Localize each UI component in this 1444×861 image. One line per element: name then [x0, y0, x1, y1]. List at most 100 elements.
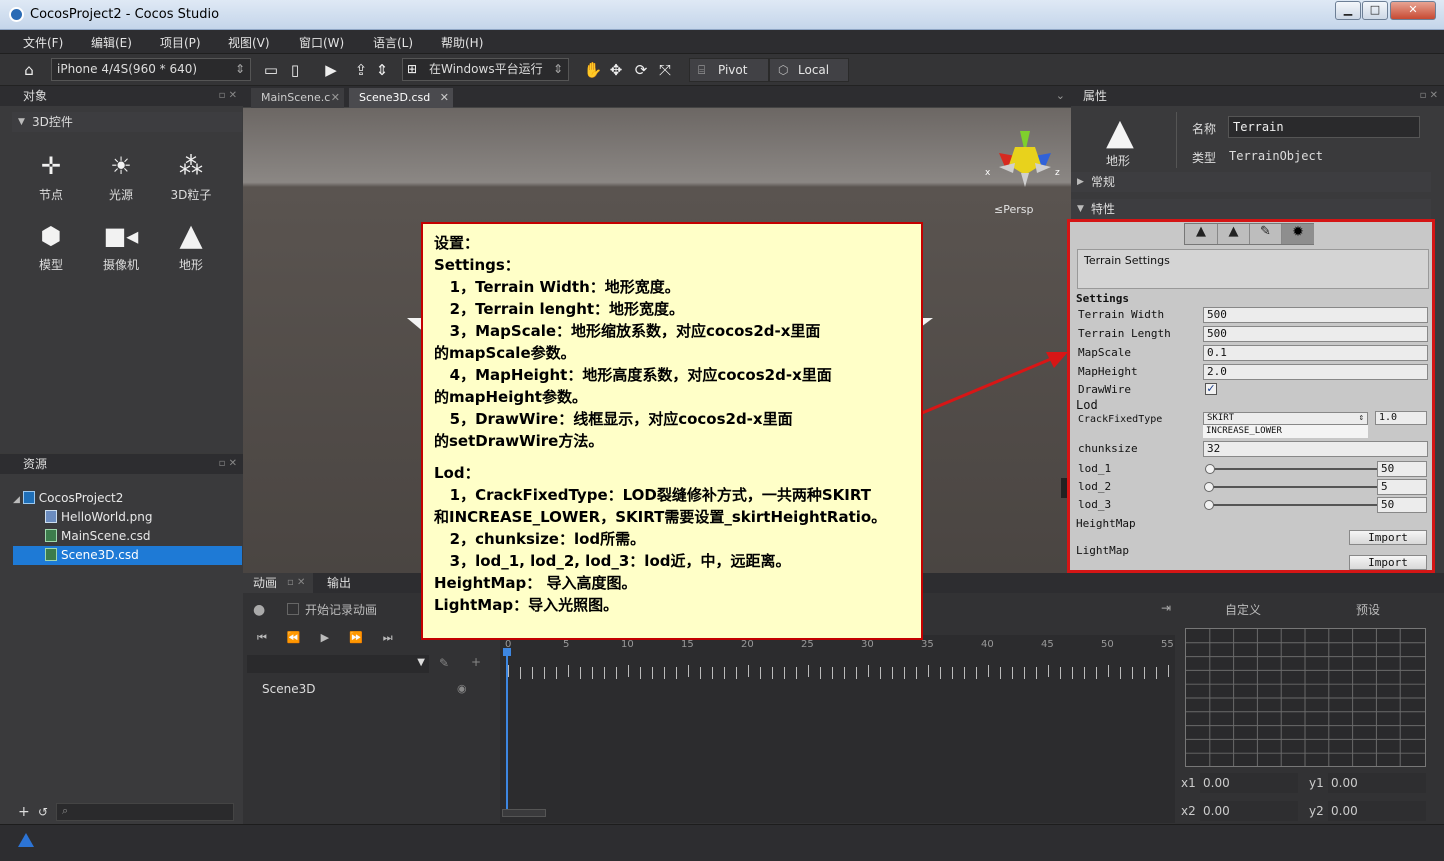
- tree-item-helloworld[interactable]: HelloWorld.png: [13, 508, 242, 527]
- playhead[interactable]: [506, 649, 508, 809]
- lod3-slider-thumb[interactable]: [1204, 500, 1214, 510]
- lod3-field[interactable]: 50: [1377, 497, 1427, 513]
- curve-custom-tab[interactable]: 自定义: [1225, 601, 1261, 618]
- section-general[interactable]: ▶ 常规: [1071, 172, 1431, 192]
- playback-controls[interactable]: ⏮⏪▶⏩⏭: [257, 631, 413, 645]
- pivot-button[interactable]: ⌸ Pivot: [689, 58, 769, 82]
- tree-item-scene3d[interactable]: Scene3D.csd: [13, 546, 242, 565]
- timeline-node-scene3d[interactable]: Scene3D: [262, 682, 315, 696]
- terrain-width-field[interactable]: 500: [1203, 307, 1428, 323]
- control-terrain[interactable]: ▲ 地形: [156, 216, 226, 273]
- name-field[interactable]: Terrain: [1228, 116, 1420, 138]
- lod2-slider-track[interactable]: [1207, 486, 1377, 488]
- y2-field[interactable]: 0.00: [1328, 801, 1426, 821]
- eye-icon[interactable]: ◉: [457, 682, 467, 695]
- publish-icon[interactable]: ⇪: [350, 59, 372, 81]
- hand-icon[interactable]: ✋: [582, 59, 604, 81]
- lod1-field[interactable]: 50: [1377, 461, 1427, 477]
- tab-output[interactable]: 输出: [317, 573, 367, 593]
- x1-field[interactable]: 0.00: [1200, 773, 1298, 793]
- tab-animation[interactable]: 动画 ▫ ✕: [243, 573, 313, 593]
- lod2-slider-thumb[interactable]: [1204, 482, 1214, 492]
- lightmap-import-button[interactable]: Import: [1349, 555, 1427, 570]
- refresh-icon[interactable]: ↺: [38, 805, 48, 819]
- chunksize-field[interactable]: 32: [1203, 441, 1428, 457]
- add-icon[interactable]: +: [18, 804, 30, 820]
- move-icon[interactable]: ✥: [605, 59, 627, 81]
- curve-preset-tab[interactable]: 预设: [1356, 601, 1380, 618]
- play-icon[interactable]: ▶: [320, 59, 342, 81]
- menu-language[interactable]: 语言(L): [373, 34, 413, 51]
- settings-gear-icon[interactable]: ✹: [1281, 224, 1314, 244]
- record-checkbox[interactable]: [287, 603, 299, 615]
- menu-edit[interactable]: 编辑(E): [91, 34, 132, 51]
- panel-pin-icon[interactable]: ▫ ✕: [219, 86, 237, 106]
- panel-pin-icon[interactable]: ▫ ✕: [1420, 86, 1438, 106]
- tab-scene3d[interactable]: Scene3D.csd ✕: [349, 88, 453, 108]
- rotate-device-icon[interactable]: ⌂: [18, 59, 40, 81]
- x2-field[interactable]: 0.00: [1200, 801, 1298, 821]
- skirt-ratio-field[interactable]: 1.0: [1375, 411, 1427, 425]
- lod2-field[interactable]: 5: [1377, 479, 1427, 495]
- add-icon[interactable]: +: [471, 655, 481, 669]
- menu-window[interactable]: 窗口(W): [299, 34, 344, 51]
- lod3-slider-track[interactable]: [1207, 504, 1377, 506]
- device-select[interactable]: iPhone 4/4S(960 * 640) ⇕: [51, 58, 251, 81]
- close-button[interactable]: ✕: [1390, 1, 1436, 20]
- timeline-area[interactable]: 0 5 10 15 20 25 30 35 40 45 50 55: [500, 635, 1175, 823]
- platform-select[interactable]: ⊞ 在Windows平台运行 ⇕: [402, 58, 569, 81]
- collapse-icon[interactable]: ⇥: [1161, 601, 1171, 615]
- close-tab-icon[interactable]: ✕: [331, 88, 340, 108]
- menu-view[interactable]: 视图(V): [228, 34, 270, 51]
- control-light[interactable]: ☀ 光源: [86, 146, 156, 203]
- edit-icon[interactable]: ✎: [439, 656, 449, 670]
- publish-dropdown-icon[interactable]: ⇕: [373, 59, 391, 81]
- control-camera[interactable]: ■◂ 摄像机: [86, 216, 156, 273]
- crack-type-option[interactable]: INCREASE_LOWER: [1203, 425, 1368, 438]
- paint-height-icon[interactable]: ▲: [1217, 224, 1249, 244]
- landscape-icon[interactable]: ▭: [260, 59, 282, 81]
- control-model[interactable]: ⬢ 模型: [16, 216, 86, 273]
- raise-terrain-icon[interactable]: ▲: [1185, 224, 1217, 244]
- crack-fixed-type-select[interactable]: SKIRT ⇕: [1203, 412, 1368, 425]
- portrait-icon[interactable]: ▯: [284, 59, 306, 81]
- menu-file[interactable]: 文件(F): [23, 34, 63, 51]
- add-frame-icon[interactable]: ●: [253, 602, 265, 618]
- menu-project[interactable]: 项目(P): [160, 34, 201, 51]
- minimize-button[interactable]: ▁: [1335, 1, 1361, 20]
- tree-item-mainscene[interactable]: MainScene.csd: [13, 527, 242, 546]
- tabs-overflow-icon[interactable]: ⌄: [1056, 89, 1065, 102]
- drawwire-checkbox[interactable]: ✓: [1205, 383, 1217, 395]
- tree-item-project[interactable]: ◢ CocosProject2: [13, 489, 242, 508]
- timeline-tick: [592, 667, 593, 679]
- heightmap-import-button[interactable]: Import: [1349, 530, 1427, 545]
- control-particle3d[interactable]: ⁂ 3D粒子: [156, 146, 226, 203]
- timeline-scrollbar[interactable]: [502, 809, 546, 817]
- axis-gizmo[interactable]: x z: [985, 123, 1065, 193]
- perspective-label[interactable]: ≤Persp: [994, 203, 1033, 216]
- animation-list-select[interactable]: ▼: [247, 655, 429, 673]
- menu-help[interactable]: 帮助(H): [441, 34, 483, 51]
- rotate-icon[interactable]: ⟳: [630, 59, 652, 81]
- lod1-slider-track[interactable]: [1207, 468, 1377, 470]
- lod1-slider-thumb[interactable]: [1205, 464, 1215, 474]
- local-button[interactable]: ⬡ Local: [769, 58, 849, 82]
- mapheight-field[interactable]: 2.0: [1203, 364, 1428, 380]
- playhead-handle[interactable]: [503, 648, 511, 656]
- note-line: 5，DrawWire：线框显示，对应cocos2d-x里面: [434, 410, 793, 428]
- panel-pin-icon[interactable]: ▫ ✕: [219, 454, 237, 474]
- resource-search-input[interactable]: ⌕: [56, 803, 234, 821]
- curve-editor-grid[interactable]: [1185, 628, 1426, 767]
- brush-icon[interactable]: ✎: [1249, 224, 1281, 244]
- control-node[interactable]: ✛ 节点: [16, 146, 86, 203]
- close-tab-icon[interactable]: ✕: [440, 88, 449, 108]
- y1-field[interactable]: 0.00: [1328, 773, 1426, 793]
- mapscale-field[interactable]: 0.1: [1203, 345, 1428, 361]
- section-3d-controls[interactable]: ▼ 3D控件: [12, 112, 242, 132]
- section-feature[interactable]: ▼ 特性: [1071, 199, 1431, 219]
- tab-mainscene[interactable]: MainScene.c ✕: [251, 88, 344, 108]
- maximize-button[interactable]: □: [1362, 1, 1388, 20]
- terrain-length-field[interactable]: 500: [1203, 326, 1428, 342]
- warning-icon[interactable]: [18, 833, 34, 847]
- scale-icon[interactable]: ⤧: [654, 59, 676, 81]
